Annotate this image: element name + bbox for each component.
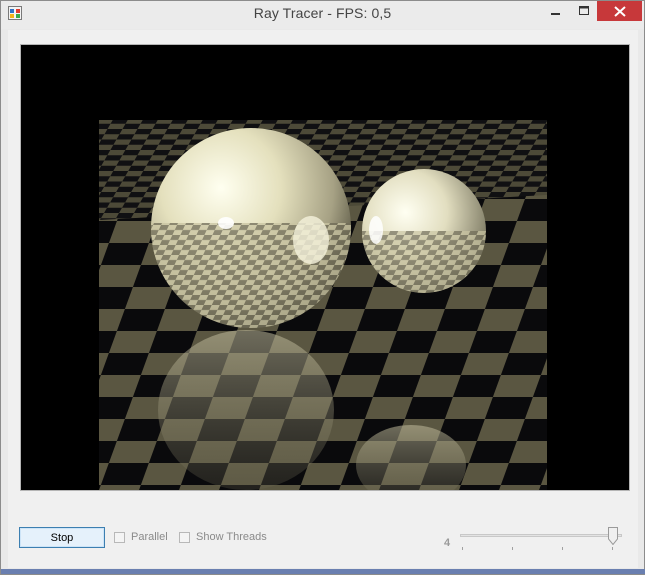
minimize-button[interactable] (544, 1, 568, 21)
client-area: Stop Parallel Show Threads 4 (8, 30, 638, 568)
render-canvas[interactable] (20, 44, 630, 491)
thread-count-slider[interactable] (456, 526, 626, 552)
app-window: Ray Tracer - FPS: 0,5 Stop Parallel Show… (0, 0, 645, 575)
close-icon (613, 5, 626, 17)
minimize-icon (551, 13, 560, 15)
show-threads-label: Show Threads (196, 531, 267, 543)
ray-traced-scene (21, 45, 629, 490)
slider-tick (512, 547, 513, 550)
show-threads-checkbox-box[interactable] (179, 531, 190, 543)
parallel-checkbox-box[interactable] (114, 531, 125, 543)
slider-tick (562, 547, 563, 550)
slider-thumb[interactable] (608, 527, 618, 545)
parallel-checkbox[interactable]: Parallel (114, 531, 168, 543)
stop-button[interactable]: Stop (19, 527, 105, 548)
slider-tick (612, 547, 613, 550)
maximize-icon (578, 6, 589, 15)
thread-count-value: 4 (444, 537, 451, 549)
slider-tick (462, 547, 463, 550)
taskbar-edge (1, 569, 645, 574)
show-threads-checkbox[interactable]: Show Threads (179, 531, 267, 543)
maximize-button[interactable] (572, 1, 596, 21)
close-button[interactable] (597, 1, 642, 21)
title-bar[interactable]: Ray Tracer - FPS: 0,5 (1, 1, 644, 29)
slider-rail[interactable] (460, 534, 622, 537)
parallel-label: Parallel (131, 531, 168, 543)
